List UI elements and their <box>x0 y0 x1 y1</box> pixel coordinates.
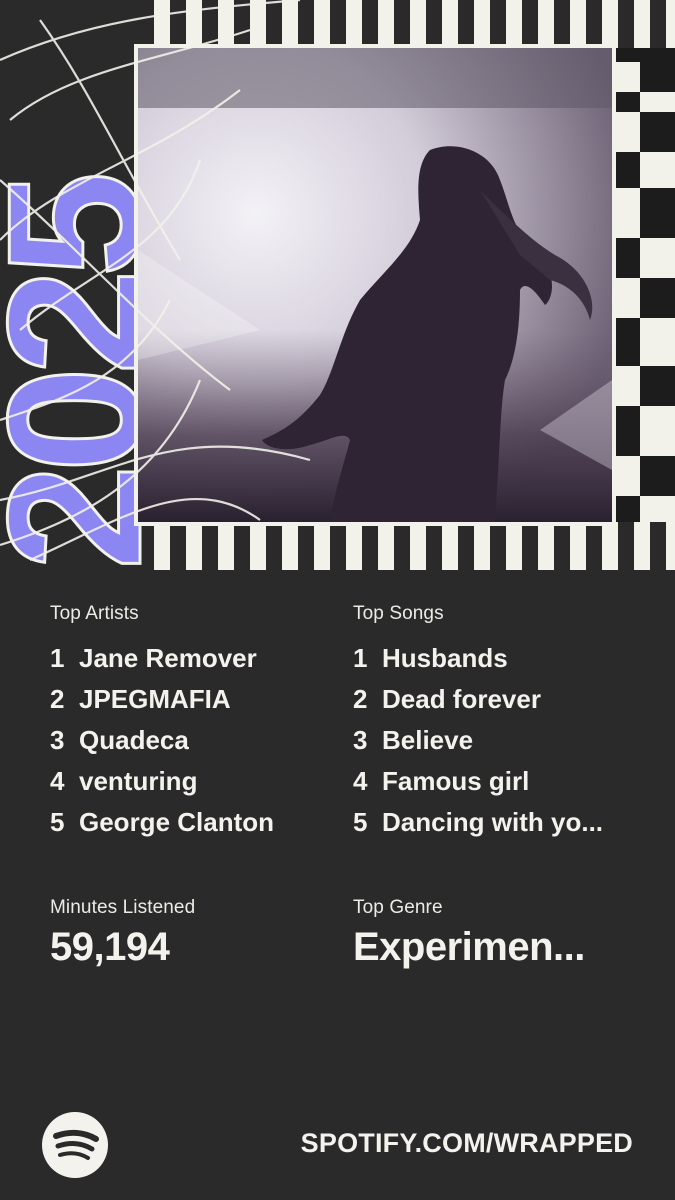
list-item: 2 JPEGMAFIA <box>50 679 274 720</box>
rank-number: 1 <box>50 643 65 673</box>
top-songs-label: Top Songs <box>353 603 444 624</box>
list-item: 3 Believe <box>353 720 603 761</box>
rank-number: 5 <box>353 807 368 837</box>
artist-name: JPEGMAFIA <box>79 684 231 714</box>
top-genre-value: Experimen... <box>353 925 585 969</box>
rank-number: 5 <box>50 807 65 837</box>
song-name: Dead forever <box>382 684 541 714</box>
wrapped-header-art: 2025 <box>0 0 675 570</box>
artist-name: venturing <box>79 766 198 796</box>
artist-name: Jane Remover <box>79 643 257 673</box>
top-artists-label: Top Artists <box>50 603 139 624</box>
list-item: 5 George Clanton <box>50 802 274 843</box>
minutes-listened-value: 59,194 <box>50 925 170 969</box>
rank-number: 1 <box>353 643 368 673</box>
song-name: Believe <box>382 725 474 755</box>
list-item: 1 Husbands <box>353 638 603 679</box>
top-genre-label: Top Genre <box>353 897 443 918</box>
list-item: 5 Dancing with yo... <box>353 802 603 843</box>
cover-photo <box>134 44 616 526</box>
spotify-logo-icon <box>42 1112 108 1178</box>
artist-name: Quadeca <box>79 725 189 755</box>
rank-number: 2 <box>353 684 368 714</box>
list-item: 4 Famous girl <box>353 761 603 802</box>
rank-number: 4 <box>353 766 368 796</box>
rank-number: 3 <box>353 725 368 755</box>
list-item: 4 venturing <box>50 761 274 802</box>
rank-number: 2 <box>50 684 65 714</box>
top-artists-list: 1 Jane Remover 2 JPEGMAFIA 3 Quadeca 4 ventu… <box>50 638 274 843</box>
rank-number: 3 <box>50 725 65 755</box>
list-item: 3 Quadeca <box>50 720 274 761</box>
minutes-listened-label: Minutes Listened <box>50 897 196 918</box>
rank-number: 4 <box>50 766 65 796</box>
list-item: 2 Dead forever <box>353 679 603 720</box>
song-name: Dancing with yo... <box>382 807 604 837</box>
artist-name: George Clanton <box>79 807 275 837</box>
wrapped-url-text: SPOTIFY.COM/WRAPPED <box>300 1128 633 1158</box>
top-songs-list: 1 Husbands 2 Dead forever 3 Believe 4 Famous… <box>353 638 603 843</box>
list-item: 1 Jane Remover <box>50 638 274 679</box>
song-name: Famous girl <box>382 766 530 796</box>
song-name: Husbands <box>382 643 508 673</box>
